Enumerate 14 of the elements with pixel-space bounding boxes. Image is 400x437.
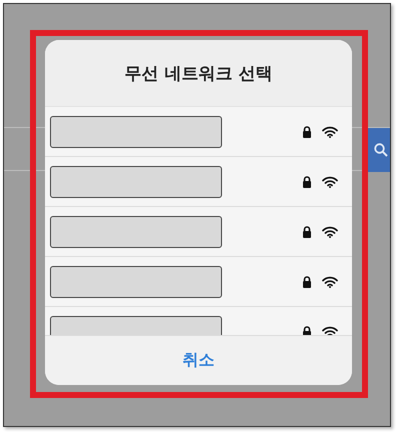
cancel-button[interactable]: 취소 [45, 335, 352, 385]
lock-icon [302, 226, 312, 238]
wifi-icon [322, 176, 338, 188]
wifi-icon [322, 276, 338, 288]
wifi-icon [322, 226, 338, 238]
wifi-icon [322, 326, 338, 335]
lock-icon [302, 326, 312, 335]
wifi-icon [322, 126, 338, 138]
dialog-title: 무선 네트워크 선택 [45, 40, 352, 107]
lock-icon [302, 276, 312, 288]
lock-icon [302, 176, 312, 188]
search-button[interactable] [366, 128, 390, 172]
lock-icon [302, 126, 312, 138]
search-icon [374, 143, 388, 157]
